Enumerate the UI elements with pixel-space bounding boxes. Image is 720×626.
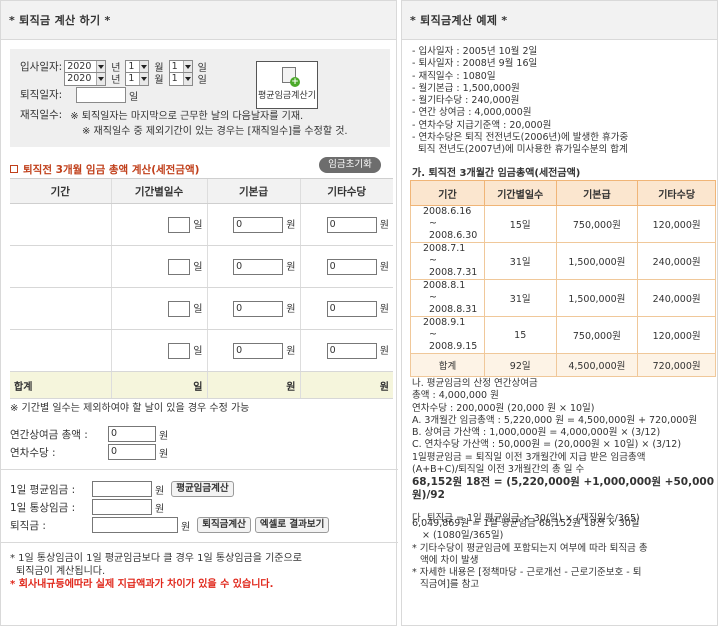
footer-note: * 1일 통상임금이 1일 평균임금보다 클 경우 1일 통상임금을 기준으로 … (10, 553, 302, 590)
table-row: 일 0 원 0 원 (10, 287, 393, 330)
avg-wage-label: 1일 평균임금 : (10, 483, 76, 496)
base-pay-input[interactable]: 0 (233, 301, 284, 317)
leave-label: 연차수당 : (10, 446, 56, 459)
chevron-down-icon (182, 72, 192, 85)
ordinary-wage-output (92, 499, 152, 515)
severance-calculator-panel: * 퇴직금 계산 하기 * 입사일자: 2020 년 1 월 1 일 입사일자:… (0, 0, 398, 626)
avg-wage-calc-button[interactable]: 평균임금계산 (171, 481, 234, 497)
col-days: 기간별일수 (110, 178, 207, 204)
days-input[interactable] (168, 343, 191, 359)
bonus-label: 연간상여금 총액 : (10, 428, 88, 441)
extra-pay-input[interactable]: 0 (326, 301, 377, 317)
days-note: ※ 기간별 일수는 제외하여야 할 날이 있을 경우 수정 가능 (10, 403, 250, 414)
example-title: * 퇴직금계산 예제 * (402, 1, 717, 40)
severance-output (92, 517, 178, 533)
table-row: 일 0 원 0 원 (10, 245, 393, 288)
extra-pay-input[interactable]: 0 (326, 217, 377, 233)
bonus-input[interactable]: 0 (108, 426, 156, 442)
wage-input-table: 기간 기간별일수 기본급 기타수당 일 0 원 0 원 일 0 원 0 원 일 … (10, 178, 393, 399)
base-pay-input[interactable]: 0 (233, 259, 284, 275)
example-subtitle: 가. 퇴직전 3개월간 임금총액(세전금액) (412, 168, 581, 179)
days-input[interactable] (168, 301, 191, 317)
add-document-icon (282, 67, 300, 87)
section-title: 퇴직전 3개월 임금 총액 계산(세전금액) (10, 162, 199, 177)
table-row: 2008.9.1 ~ 2008.9.15 15 750,000원 120,000원 (410, 316, 716, 354)
example-table: 기간 기간별일수 기본급 기타수당 2008.6.16 ~ 2008.6.30 1… (410, 180, 716, 377)
service-days-input[interactable] (76, 87, 126, 103)
base-pay-input[interactable]: 0 (233, 217, 284, 233)
avg-wage-explanation: 나. 평균임금의 산정 연간상여금 총액 : 4,000,000 원 연차수당 … (412, 378, 714, 524)
leave-input[interactable]: 0 (108, 444, 156, 460)
base-pay-input[interactable]: 0 (233, 343, 284, 359)
reset-wage-button[interactable]: 임금초기화 (319, 157, 381, 173)
calculator-title: * 퇴직금 계산 하기 * (1, 1, 396, 40)
service-note-2: ※ 재직일수 중 제외기간이 있는 경우는 [재직일수]를 수정할 것. (82, 126, 348, 137)
table-row: 일 0 원 0 원 (10, 329, 393, 372)
col-etc: 기타수당 (299, 178, 393, 204)
col-period: 기간 (10, 178, 111, 204)
retire-day-select[interactable]: 1 (168, 71, 193, 86)
date-input-box: 입사일자: 2020 년 1 월 1 일 입사일자: 2020 년 1 월 1 … (10, 49, 390, 147)
avg-wage-calculator-button[interactable]: 평균임금계산기 (256, 61, 318, 109)
extra-pay-input[interactable]: 0 (326, 343, 377, 359)
retire-month-select[interactable]: 1 (125, 71, 150, 86)
retire-year-select[interactable]: 2020 (64, 71, 107, 86)
col-base: 기본급 (206, 178, 300, 204)
total-row: 합계 일 원 원 (10, 371, 393, 399)
table-row: 2008.8.1 ~ 2008.8.31 31일 1,500,000원 240,0… (410, 279, 716, 317)
table-row: 일 0 원 0 원 (10, 203, 393, 246)
square-icon (10, 165, 18, 173)
table-row: 2008.6.16 ~ 2008.6.30 15일 750,000원 120,00… (410, 205, 716, 243)
severance-label: 퇴직금 : (10, 519, 46, 532)
table-row: 2008.7.1 ~ 2008.7.31 31일 1,500,000원 240,0… (410, 242, 716, 280)
severance-result: 6,049,869원 = 1일 평균임금 68,152원 18전 × 30일 ×… (412, 518, 648, 591)
days-input[interactable] (168, 259, 191, 275)
days-input[interactable] (168, 217, 191, 233)
service-note-1: ※ 퇴직일자는 마지막으로 근무한 날의 다음날자를 기재. (70, 111, 304, 122)
excel-export-button[interactable]: 엑셀로 결과보기 (254, 517, 330, 533)
retire-date-label: 퇴직일자: (20, 89, 63, 101)
chevron-down-icon (139, 72, 149, 85)
extra-pay-input[interactable]: 0 (326, 259, 377, 275)
avg-wage-output (92, 481, 152, 497)
chevron-down-icon (96, 72, 106, 85)
ordinary-wage-label: 1일 통상임금 : (10, 501, 76, 514)
total-row: 합계 92일 4,500,000원 720,000원 (410, 353, 716, 377)
service-days-label: 재직일수: (20, 109, 63, 121)
severance-calc-button[interactable]: 퇴직금계산 (197, 517, 251, 533)
example-info-list: 입사일자 : 2005년 10월 2일 퇴사일자 : 2008년 9월 16일 … (412, 46, 628, 157)
